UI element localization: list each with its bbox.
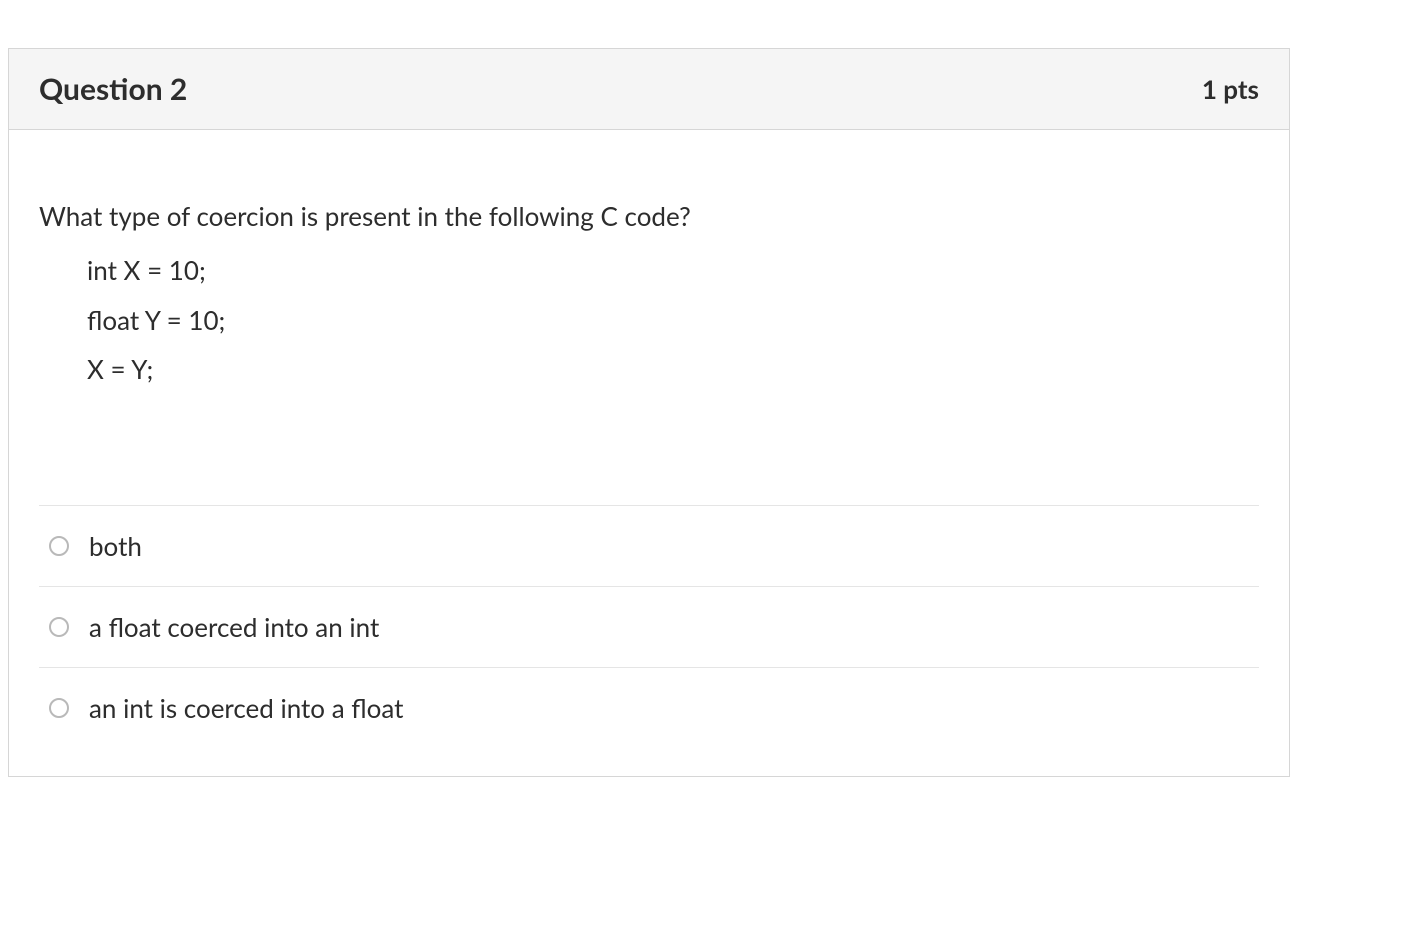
question-points: 1 pts [1202, 73, 1259, 105]
question-card: Question 2 1 pts What type of coercion i… [8, 48, 1290, 777]
radio-icon[interactable] [49, 536, 69, 556]
code-line-2: float Y = 10; [87, 296, 1259, 345]
code-block: int X = 10; float Y = 10; X = Y; [87, 246, 1259, 394]
code-line-1: int X = 10; [87, 246, 1259, 295]
radio-icon[interactable] [49, 698, 69, 718]
answer-option[interactable]: both [39, 505, 1259, 586]
answer-label: an int is coerced into a float [89, 692, 403, 724]
question-header: Question 2 1 pts [9, 49, 1289, 130]
answer-option[interactable]: an int is coerced into a float [39, 667, 1259, 746]
question-title: Question 2 [39, 71, 187, 107]
code-line-3: X = Y; [87, 345, 1259, 394]
answer-label: both [89, 530, 142, 562]
question-prompt: What type of coercion is present in the … [39, 198, 1259, 234]
question-body: What type of coercion is present in the … [9, 130, 1289, 776]
answer-option[interactable]: a float coerced into an int [39, 586, 1259, 667]
radio-icon[interactable] [49, 617, 69, 637]
answers-list: both a float coerced into an int an int … [39, 505, 1259, 776]
answer-label: a float coerced into an int [89, 611, 379, 643]
